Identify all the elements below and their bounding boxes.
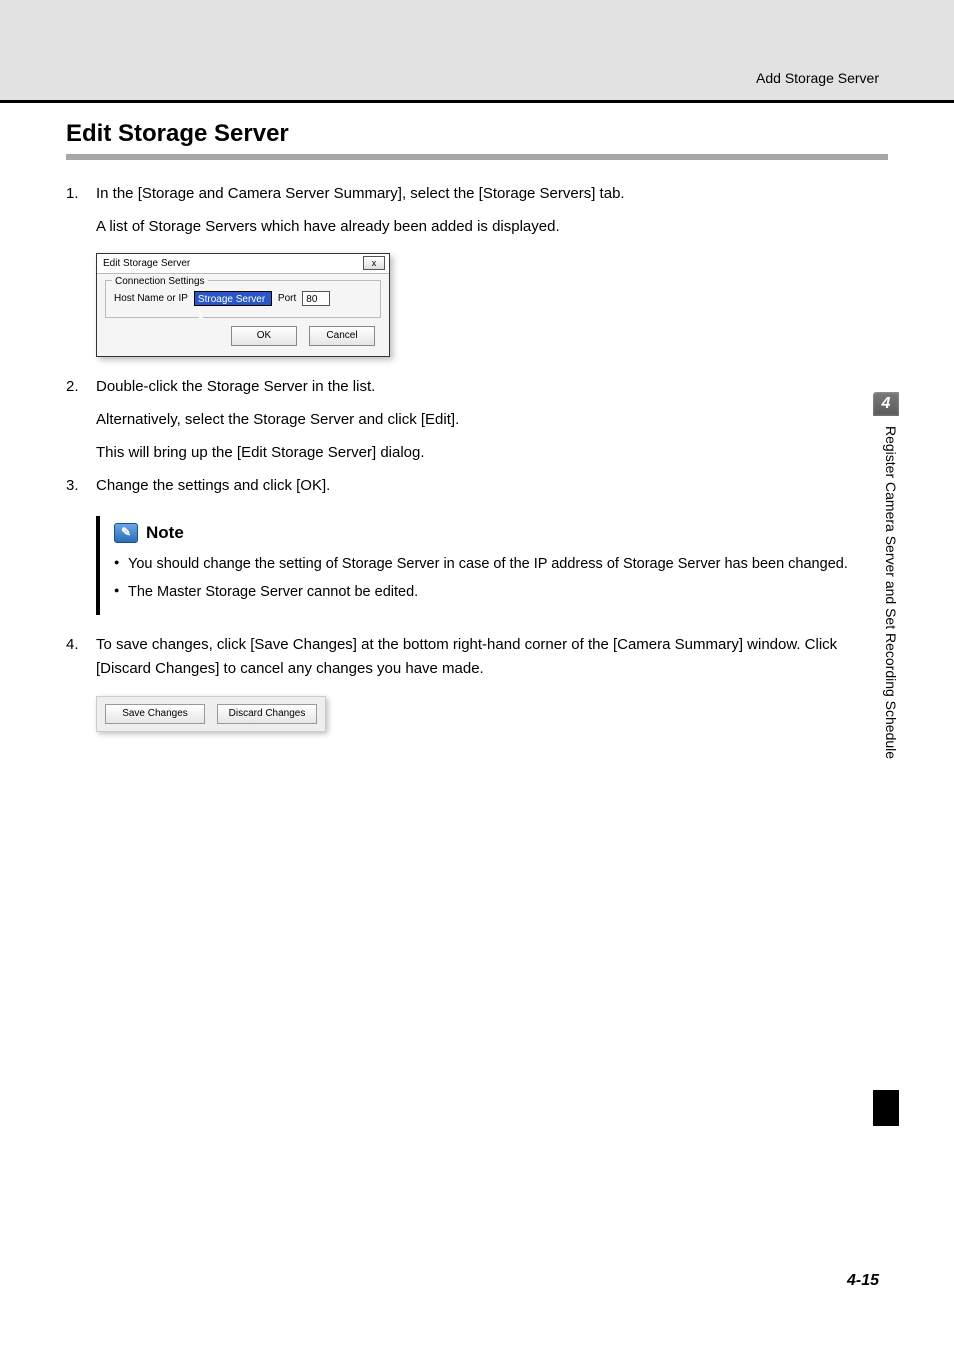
note-icon: ✎ [114, 523, 138, 543]
fieldset-legend: Connection Settings [112, 274, 208, 290]
text: ]. [451, 411, 459, 428]
note-header: ✎ Note [114, 520, 888, 546]
host-input[interactable]: Stroage Server 1 [194, 291, 272, 306]
save-changes-button[interactable]: Save Changes [105, 704, 205, 724]
host-label: Host Name or IP [114, 291, 188, 307]
port-input[interactable]: 80 [302, 291, 330, 306]
side-thumb-index [873, 1090, 899, 1126]
ok-button[interactable]: OK [231, 326, 297, 346]
step-text: Change the settings and click [OK]. [96, 474, 888, 497]
dialog-body: Connection Settings Host Name or IP Stro… [97, 274, 389, 356]
page-number: 4-15 [847, 1272, 879, 1290]
dialog-name-literal: Edit Storage Server [241, 444, 372, 461]
chapter-title-vertical: Register Camera Server and Set Recording… [879, 422, 899, 822]
running-header: Add Storage Server [756, 70, 879, 86]
step-text: Double-click the Storage Server in the l… [96, 375, 888, 398]
header-rule [0, 100, 954, 103]
dialog-screenshot: Edit Storage Server x Connection Setting… [96, 253, 888, 357]
chapter-number-tab: 4 [873, 392, 899, 416]
page: Add Storage Server Edit Storage Server 1… [0, 0, 954, 1348]
section-rule [66, 154, 888, 160]
discard-changes-button[interactable]: Discard Changes [217, 704, 317, 724]
step-number: 1. [66, 182, 84, 205]
step-4: 4. To save changes, click [Save Changes]… [66, 633, 888, 680]
note-block: ✎ Note You should change the setting of … [96, 516, 888, 616]
dialog-title: Edit Storage Server [103, 256, 190, 272]
step-number: 4. [66, 633, 84, 680]
step-2-sub2: This will bring up the [Edit Storage Ser… [96, 441, 888, 464]
content-area: 1. In the [Storage and Camera Server Sum… [66, 182, 888, 732]
text: ] dialog. [372, 444, 425, 461]
step-text: In the [Storage and Camera Server Summar… [96, 182, 888, 205]
note-title: Note [146, 520, 184, 546]
step-number: 3. [66, 474, 84, 497]
savebar: Save Changes Discard Changes [96, 696, 326, 732]
edit-storage-server-dialog: Edit Storage Server x Connection Setting… [96, 253, 390, 357]
dialog-button-row: OK Cancel [105, 326, 381, 346]
edit-literal: Edit [425, 411, 451, 428]
note-list: You should change the setting of Storage… [114, 554, 888, 604]
field-row: Host Name or IP Stroage Server 1 Port 80 [114, 291, 372, 307]
step-2-sub1: Alternatively, select the Storage Server… [96, 408, 888, 431]
step-3: 3. Change the settings and click [OK]. [66, 474, 888, 497]
section-title: Edit Storage Server [66, 120, 289, 148]
step-1-sub: A list of Storage Servers which have alr… [96, 215, 888, 238]
port-label: Port [278, 291, 296, 307]
text: This will bring up the [ [96, 444, 241, 461]
text: Alternatively, select the Storage Server… [96, 411, 425, 428]
note-item: You should change the setting of Storage… [114, 554, 888, 576]
step-1: 1. In the [Storage and Camera Server Sum… [66, 182, 888, 205]
connection-settings-fieldset: Connection Settings Host Name or IP Stro… [105, 280, 381, 318]
cancel-button[interactable]: Cancel [309, 326, 375, 346]
dialog-titlebar: Edit Storage Server x [97, 254, 389, 275]
note-item: The Master Storage Server cannot be edit… [114, 582, 888, 604]
step-number: 2. [66, 375, 84, 398]
step-text: To save changes, click [Save Changes] at… [96, 633, 888, 680]
close-icon[interactable]: x [363, 256, 385, 270]
savebar-screenshot: Save Changes Discard Changes [96, 696, 888, 732]
step-2: 2. Double-click the Storage Server in th… [66, 375, 888, 398]
